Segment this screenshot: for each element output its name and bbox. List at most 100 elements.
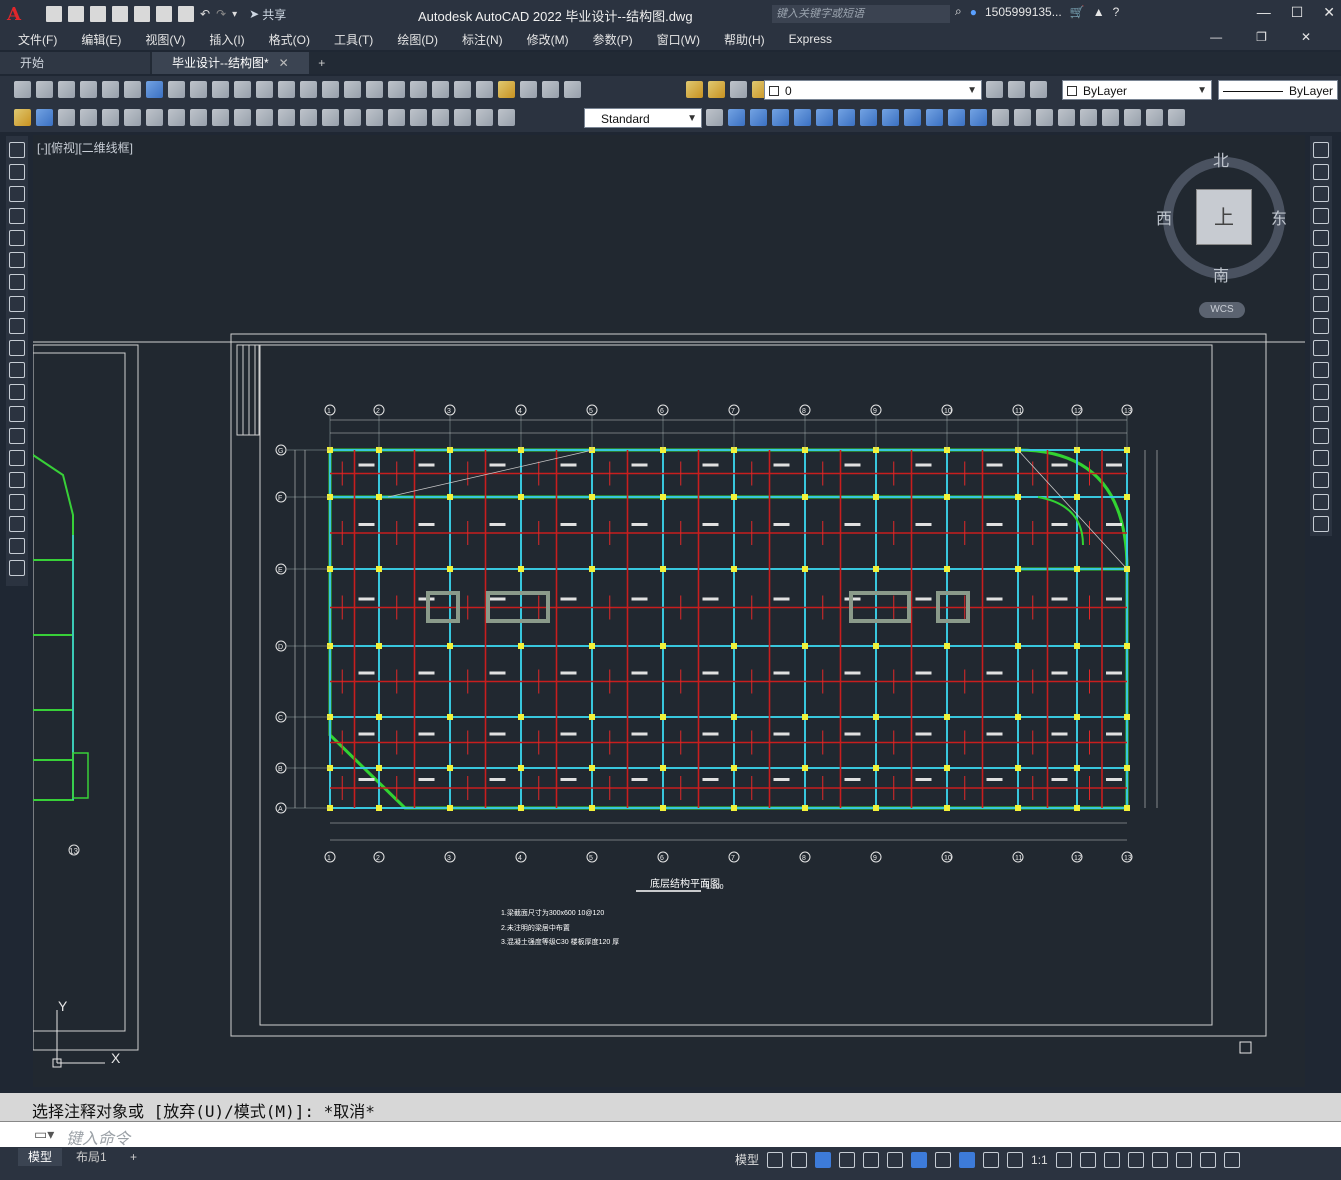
menu-format[interactable]: 格式(O) bbox=[269, 31, 310, 48]
doc-close-icon[interactable]: ✕ bbox=[1301, 30, 1311, 44]
viewcube-east[interactable]: 东 bbox=[1271, 205, 1287, 229]
copy-object-icon[interactable] bbox=[1313, 164, 1329, 180]
dim-override-icon[interactable] bbox=[706, 109, 723, 126]
table-icon[interactable] bbox=[9, 516, 25, 532]
baseline-icon[interactable] bbox=[278, 109, 295, 126]
linetype-dropdown[interactable]: ByLayer bbox=[1218, 80, 1338, 100]
new-icon[interactable] bbox=[14, 81, 31, 98]
doc-minimize-icon[interactable]: — bbox=[1210, 30, 1222, 44]
save-icon[interactable] bbox=[90, 6, 106, 22]
intersect-icon[interactable] bbox=[772, 109, 789, 126]
undo-icon[interactable]: ↶ bbox=[200, 7, 210, 21]
mirror-icon[interactable] bbox=[1313, 186, 1329, 202]
user-avatar-icon[interactable]: ● bbox=[970, 5, 977, 19]
layer-previous-icon[interactable] bbox=[1008, 81, 1025, 98]
separate-icon[interactable] bbox=[1058, 109, 1075, 126]
presspull-icon[interactable] bbox=[816, 109, 833, 126]
rectangle-icon[interactable] bbox=[9, 230, 25, 246]
menu-dimension[interactable]: 标注(N) bbox=[462, 31, 503, 48]
clean-screen-icon[interactable] bbox=[1199, 1151, 1216, 1168]
dynamic-ucs-icon[interactable] bbox=[911, 1151, 928, 1168]
loft-icon[interactable] bbox=[860, 109, 877, 126]
calculator-icon[interactable] bbox=[520, 81, 537, 98]
continue-icon[interactable] bbox=[300, 109, 317, 126]
quick-dimension-icon[interactable] bbox=[256, 109, 273, 126]
print-icon[interactable] bbox=[80, 81, 97, 98]
dim-style-icon[interactable] bbox=[36, 109, 53, 126]
center-mark-icon[interactable] bbox=[388, 109, 405, 126]
thicken-icon[interactable] bbox=[926, 109, 943, 126]
auto-scale-icon[interactable] bbox=[983, 1151, 1000, 1168]
pan-icon[interactable] bbox=[322, 81, 339, 98]
scale-icon[interactable] bbox=[1313, 296, 1329, 312]
point-icon[interactable] bbox=[9, 428, 25, 444]
annotation-visibility-icon[interactable] bbox=[959, 1151, 976, 1168]
copy-icon[interactable] bbox=[190, 81, 207, 98]
polar-icon[interactable] bbox=[839, 1151, 856, 1168]
autodesk-app-icon[interactable]: ▲ bbox=[1093, 5, 1105, 19]
sheet-set-icon[interactable] bbox=[476, 81, 493, 98]
line-icon[interactable] bbox=[9, 142, 25, 158]
extrude-icon[interactable] bbox=[794, 109, 811, 126]
tab-start[interactable]: 开始 bbox=[0, 52, 150, 74]
tab-model[interactable]: 模型 bbox=[18, 1148, 63, 1166]
angular-icon[interactable] bbox=[234, 109, 251, 126]
menu-express[interactable]: Express bbox=[789, 32, 832, 46]
open-icon[interactable] bbox=[36, 81, 53, 98]
search-icon[interactable]: ⌕ bbox=[955, 4, 962, 19]
move-icon[interactable] bbox=[1313, 252, 1329, 268]
maximize-icon[interactable]: ☐ bbox=[1291, 4, 1304, 21]
polyline-icon[interactable] bbox=[9, 186, 25, 202]
osnap-icon[interactable] bbox=[863, 1151, 880, 1168]
menu-window[interactable]: 窗口(W) bbox=[657, 31, 700, 48]
minimize-icon[interactable]: — bbox=[1257, 4, 1271, 21]
gradient-icon[interactable] bbox=[9, 472, 25, 488]
cut-icon[interactable] bbox=[168, 81, 185, 98]
make-current-icon[interactable] bbox=[986, 81, 1003, 98]
redo-tool-icon[interactable] bbox=[300, 81, 317, 98]
wcs-menu-button[interactable]: WCS bbox=[1199, 302, 1245, 318]
block-edit-icon[interactable] bbox=[256, 81, 273, 98]
hatch-icon[interactable] bbox=[9, 450, 25, 466]
ellipse-arc-icon[interactable] bbox=[9, 362, 25, 378]
slice-icon[interactable] bbox=[904, 109, 921, 126]
annotation-monitor-icon[interactable] bbox=[1079, 1151, 1096, 1168]
lineweight-icon[interactable] bbox=[935, 1151, 952, 1168]
customize-qa-chevron-icon[interactable]: ▾ bbox=[232, 9, 237, 20]
text-style-dropdown[interactable]: Standard ▼ bbox=[584, 108, 702, 128]
extend-icon[interactable] bbox=[1313, 362, 1329, 378]
new-file-icon[interactable] bbox=[46, 6, 62, 22]
add-selected-icon[interactable] bbox=[9, 560, 25, 576]
snap-icon[interactable] bbox=[791, 1151, 808, 1168]
quick-dim-icon[interactable] bbox=[14, 109, 31, 126]
new-tab-icon[interactable]: + bbox=[311, 52, 333, 74]
layer-properties-icon[interactable] bbox=[564, 81, 581, 98]
arc-icon[interactable] bbox=[9, 252, 25, 268]
explode-icon[interactable] bbox=[1313, 516, 1329, 532]
construction-line-icon[interactable] bbox=[9, 164, 25, 180]
revcloud-icon[interactable] bbox=[9, 296, 25, 312]
open-file-icon[interactable] bbox=[68, 6, 84, 22]
zoom-realtime-icon[interactable] bbox=[344, 81, 361, 98]
viewcube-north[interactable]: 北 bbox=[1213, 147, 1229, 171]
tab-layout1[interactable]: 布局1 bbox=[66, 1148, 117, 1166]
annotation-scale-value[interactable]: 1:1 bbox=[1031, 1153, 1048, 1167]
chamfer-icon[interactable] bbox=[1313, 450, 1329, 466]
quick-properties-icon[interactable] bbox=[1127, 1151, 1144, 1168]
rotate-icon[interactable] bbox=[1313, 274, 1329, 290]
linear-dim-icon[interactable] bbox=[80, 109, 97, 126]
dim-break-icon[interactable] bbox=[344, 109, 361, 126]
undo-tool-icon[interactable] bbox=[278, 81, 295, 98]
menu-edit[interactable]: 编辑(E) bbox=[81, 31, 121, 48]
viewcube-top-face[interactable]: 上 bbox=[1196, 189, 1252, 245]
circle-icon[interactable] bbox=[9, 274, 25, 290]
menu-view[interactable]: 视图(V) bbox=[145, 31, 185, 48]
add-layout-icon[interactable]: + bbox=[120, 1148, 147, 1166]
copy-faces-icon[interactable] bbox=[1168, 109, 1185, 126]
chamfer-edge-icon[interactable] bbox=[1014, 109, 1031, 126]
interfere-icon[interactable] bbox=[948, 109, 965, 126]
taper-faces-icon[interactable] bbox=[1102, 109, 1119, 126]
customization-menu-icon[interactable] bbox=[1223, 1151, 1240, 1168]
cart-icon[interactable]: 🛒 bbox=[1070, 5, 1085, 19]
mtext-icon[interactable] bbox=[9, 538, 25, 554]
